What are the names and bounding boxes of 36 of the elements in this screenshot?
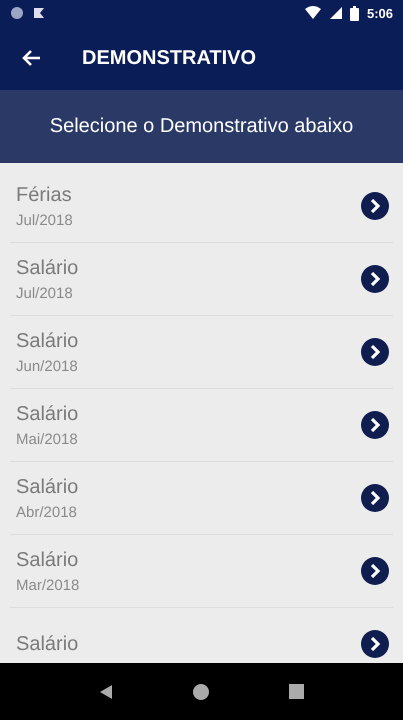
- window-title: DEMONSTRATIVO: [82, 46, 256, 70]
- signal-icon: [330, 6, 342, 20]
- chevron-right-icon: [361, 411, 389, 439]
- item-title: Salário: [16, 402, 80, 426]
- list-item[interactable]: Salário Jul/2018: [10, 243, 393, 316]
- chevron-right-icon: [361, 484, 389, 512]
- item-title: Salário: [16, 632, 80, 656]
- item-date: Jun/2018: [16, 358, 79, 374]
- subheader-text: Selecione o Demonstrativo abaixo: [50, 115, 354, 138]
- chevron-right-icon: [361, 192, 389, 220]
- item-title: Salário: [16, 330, 80, 352]
- item-title: Férias: [16, 184, 73, 206]
- list-item[interactable]: Salário Mar/2018: [10, 535, 393, 608]
- chevron-right-icon: [361, 557, 389, 585]
- home-nav-button[interactable]: [193, 684, 209, 700]
- back-nav-button[interactable]: [99, 684, 113, 700]
- chevron-right-icon: [361, 265, 389, 293]
- notification-icon: [32, 6, 46, 20]
- list-item[interactable]: Salário Mai/2018: [10, 389, 393, 462]
- item-title: Salário: [16, 476, 80, 498]
- list-item[interactable]: Salário Abr/2018: [10, 462, 393, 535]
- item-date: Jul/2018: [16, 212, 74, 228]
- item-date: Jul/2018: [16, 284, 74, 302]
- notification-icon: [10, 6, 24, 20]
- item-title: Salário: [16, 548, 80, 572]
- wifi-icon: [304, 6, 322, 20]
- battery-icon: [350, 6, 359, 20]
- list-item[interactable]: Salário Jun/2018: [10, 316, 393, 389]
- chevron-right-icon: [361, 338, 389, 366]
- status-time: 5:06: [366, 6, 393, 20]
- list-item[interactable]: Férias Jul/2018: [10, 170, 393, 243]
- item-date: Mar/2018: [16, 576, 80, 594]
- item-date: Mai/2018: [16, 430, 79, 448]
- chevron-right-icon: [361, 630, 389, 658]
- item-title: Salário: [16, 256, 80, 280]
- item-date: Abr/2018: [16, 504, 78, 520]
